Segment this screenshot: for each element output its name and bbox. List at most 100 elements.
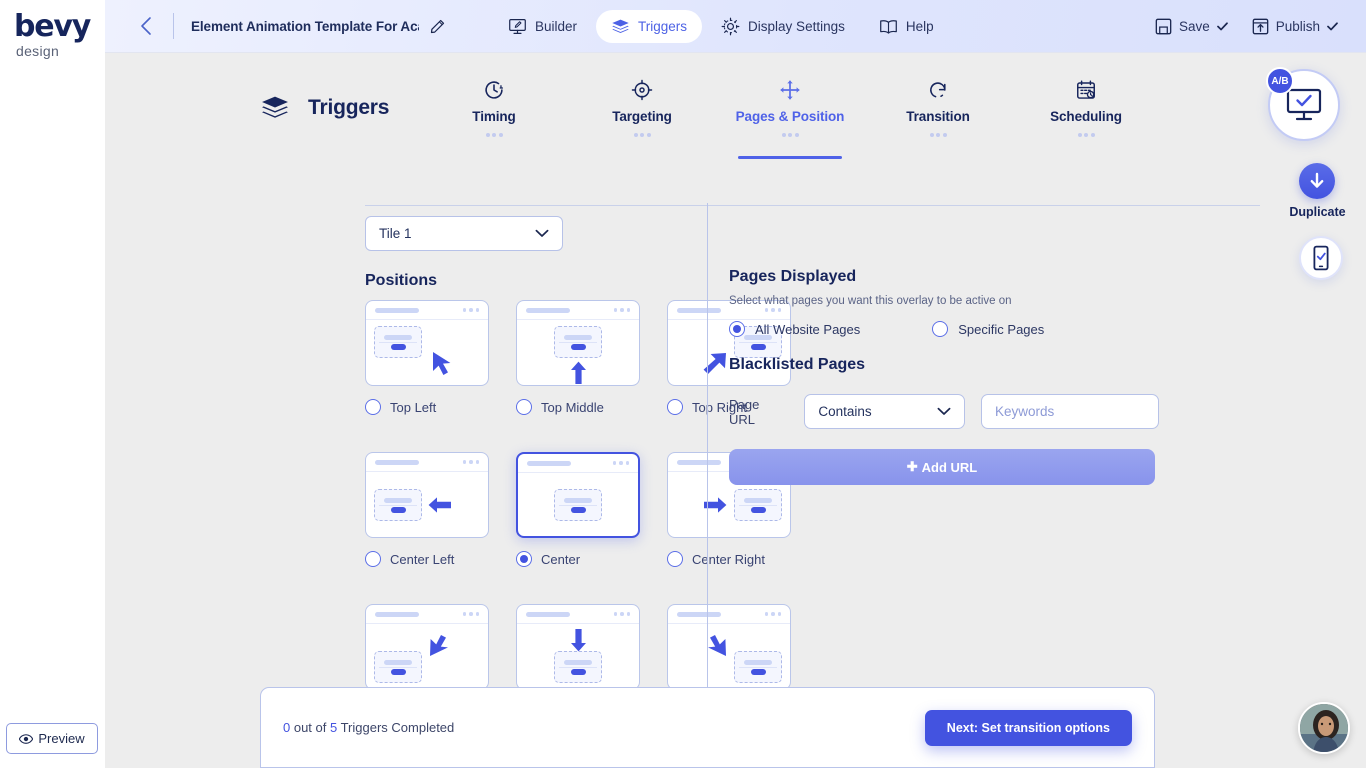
nav-item-triggers[interactable]: Triggers: [596, 10, 702, 43]
mock-browser-bar: [518, 454, 638, 473]
tab-timing[interactable]: Timing: [420, 73, 568, 137]
radio-label-all-pages: All Website Pages: [755, 322, 860, 337]
preview-button[interactable]: Preview: [6, 723, 98, 754]
tab-label-scheduling: Scheduling: [1012, 109, 1160, 124]
radio-circle-all-pages[interactable]: [729, 321, 745, 337]
radio-specific-pages[interactable]: Specific Pages: [932, 321, 1044, 337]
keywords-input[interactable]: [981, 394, 1159, 429]
tab-transition[interactable]: Transition: [864, 73, 1012, 137]
user-avatar[interactable]: [1298, 702, 1350, 754]
tab-pages-position[interactable]: Pages & Position: [716, 73, 864, 137]
mock-overlay-box: [554, 489, 602, 521]
mock-window-dots: [463, 612, 480, 616]
back-button[interactable]: [135, 16, 155, 36]
position-card-bottom-right[interactable]: [667, 604, 791, 690]
position-radio-center[interactable]: [516, 551, 532, 567]
calendar-clock-icon: [1075, 79, 1097, 101]
page-title: Triggers: [308, 96, 389, 120]
next-step-button[interactable]: Next: Set transition options: [925, 710, 1132, 746]
refresh-icon: [927, 79, 949, 101]
match-type-value: Contains: [818, 404, 871, 419]
grid-spacer: [365, 418, 515, 452]
position-label-top-left: Top Left: [390, 400, 436, 415]
logo-tagline: design: [16, 43, 94, 59]
mock-overlay-box: [554, 651, 602, 683]
publish-button[interactable]: Publish: [1252, 18, 1338, 35]
position-radio-top-left[interactable]: [365, 399, 381, 415]
triggers-completed-status: 0 out of 5 Triggers Completed: [283, 720, 454, 735]
save-button[interactable]: Save: [1155, 18, 1228, 35]
pages-displayed-panel: Pages Displayed Select what pages you wa…: [729, 268, 1159, 485]
position-label-row[interactable]: Top Middle: [516, 396, 666, 418]
save-label: Save: [1179, 19, 1210, 34]
position-card-bottom-left[interactable]: [365, 604, 489, 690]
mobile-view-button[interactable]: [1299, 236, 1343, 280]
preview-label: Preview: [38, 731, 84, 746]
tab-scheduling[interactable]: Scheduling: [1012, 73, 1160, 137]
position-card-bottom-middle[interactable]: [516, 604, 640, 690]
duplicate-label: Duplicate: [1261, 205, 1366, 219]
position-cell-top-middle: Top Middle: [516, 300, 666, 418]
mock-browser-body: [366, 320, 488, 385]
position-radio-top-middle[interactable]: [516, 399, 532, 415]
nav-item-help[interactable]: Help: [864, 10, 949, 43]
publish-icon: [1252, 18, 1269, 35]
mock-browser-bar: [366, 605, 488, 624]
nav-label-builder: Builder: [535, 19, 577, 34]
mock-url-bar: [526, 612, 570, 617]
match-type-select[interactable]: Contains: [804, 394, 965, 429]
tile-select[interactable]: Tile 1: [365, 216, 563, 251]
mock-url-bar: [375, 612, 419, 617]
position-label-center-right: Center Right: [692, 552, 765, 567]
nav-item-display-settings[interactable]: Display Settings: [706, 10, 860, 43]
ab-test-badge[interactable]: A/B: [1266, 67, 1294, 95]
duplicate-button[interactable]: [1299, 163, 1335, 199]
position-label-row[interactable]: Center: [516, 548, 666, 570]
radio-circle-specific-pages[interactable]: [932, 321, 948, 337]
position-card-center-left[interactable]: [365, 452, 489, 538]
radio-label-specific-pages: Specific Pages: [958, 322, 1044, 337]
position-card-top-middle[interactable]: [516, 300, 640, 386]
position-cell-top-left: Top Left: [365, 300, 515, 418]
arrow-up-icon: [570, 361, 587, 385]
position-radio-top-right[interactable]: [667, 399, 683, 415]
tab-targeting[interactable]: Targeting: [568, 73, 716, 137]
position-label-row[interactable]: Center Right: [667, 548, 817, 570]
tab-progress-dots: [1012, 133, 1160, 137]
mock-overlay-box: [374, 489, 422, 521]
arrow-down-icon: [570, 628, 587, 652]
mock-window-dots: [463, 460, 480, 464]
position-card-center[interactable]: [516, 452, 640, 538]
grid-spacer: [516, 570, 666, 604]
mock-window-dots: [614, 308, 631, 312]
nav-item-builder[interactable]: Builder: [493, 10, 592, 43]
position-radio-center-left[interactable]: [365, 551, 381, 567]
radio-all-website-pages[interactable]: All Website Pages: [729, 321, 860, 337]
position-radio-center-right[interactable]: [667, 551, 683, 567]
mock-overlay-box: [554, 326, 602, 358]
chevron-down-icon: [937, 407, 951, 416]
desktop-view-button[interactable]: A/B: [1268, 69, 1340, 141]
pencil-icon[interactable]: [430, 19, 445, 34]
mock-window-dots: [614, 612, 631, 616]
position-card-top-left[interactable]: [365, 300, 489, 386]
gear-icon: [721, 17, 740, 36]
pages-displayed-options: All Website Pages Specific Pages: [729, 321, 1159, 337]
mobile-check-icon: [1311, 245, 1331, 271]
eye-icon: [19, 734, 33, 744]
desktop-check-icon: [1285, 88, 1323, 122]
panel-header: Triggers Timing: [260, 73, 1160, 169]
position-label-row[interactable]: Center Left: [365, 548, 515, 570]
add-url-button[interactable]: ✚ Add URL: [729, 449, 1155, 485]
tab-progress-dots: [716, 133, 864, 137]
position-label-row[interactable]: Top Left: [365, 396, 515, 418]
app-logo[interactable]: bevy design: [14, 12, 94, 59]
mock-url-bar: [527, 461, 571, 466]
book-icon: [879, 17, 898, 36]
right-tool-rail: A/B Duplicate: [1261, 53, 1366, 768]
chevron-left-icon: [139, 16, 152, 36]
check-icon: [1327, 22, 1338, 31]
mock-browser-body: [517, 320, 639, 385]
pages-displayed-heading: Pages Displayed: [729, 268, 1159, 286]
position-cell-center-left: Center Left: [365, 452, 515, 570]
